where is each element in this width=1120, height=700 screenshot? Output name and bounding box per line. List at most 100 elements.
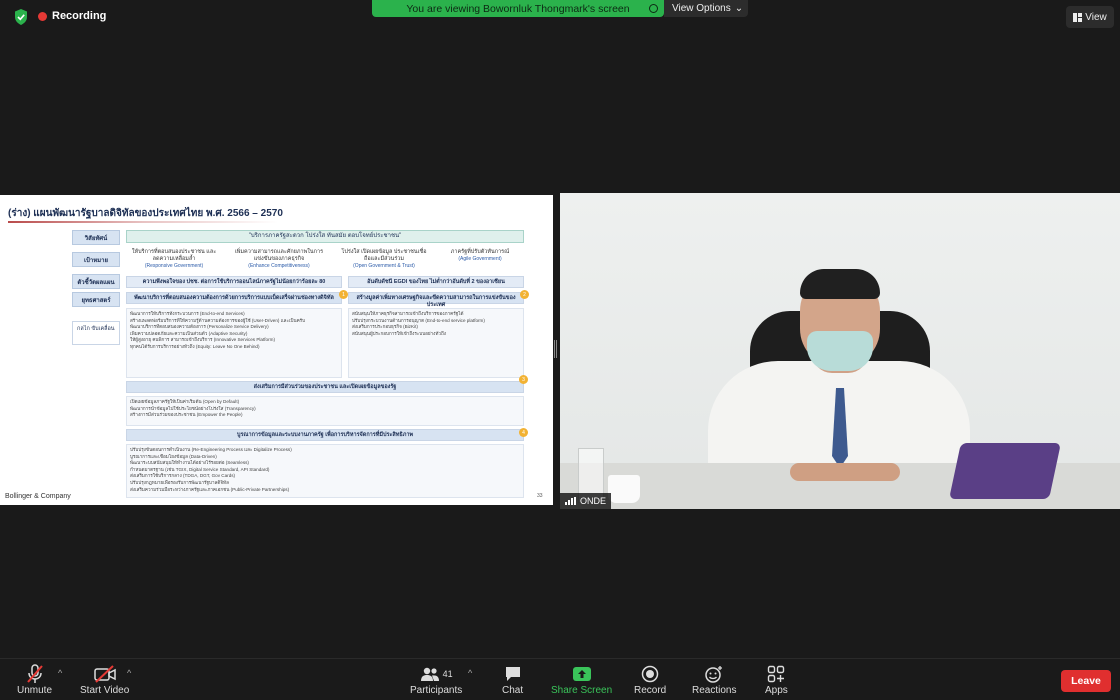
bullet-line: สนับสนุนผู้ประกอบการให้เข้าถึงระบบอย่างท… <box>352 330 447 336</box>
bullet-line: ส่งเสริมความร่วมมือระหว่างภาครัฐและภาคเอ… <box>130 486 290 492</box>
strategy-content: ปรับปรุงขั้นตอนการดำเนินงาน (Re-Engineer… <box>126 444 524 498</box>
slide-title: (ร่าง) แผนพัฒนารัฐบาลดิจิทัลของประเทศไทย… <box>8 208 283 219</box>
bullet-line: สนับสนุนให้ภาคธุรกิจสามารถเข้าถึงบริการข… <box>352 311 464 316</box>
record-icon <box>641 663 659 685</box>
participant-name: ONDE <box>580 496 607 506</box>
strategy-header: บูรณาการข้อมูลและระบบงานภาครัฐ เพื่อการบ… <box>126 429 524 441</box>
goal-en: (Enhance Competitiveness) <box>248 263 310 269</box>
goal-box: ให้บริการที่ตอบสนองประชาชน และลดความเหลื… <box>126 247 222 273</box>
share-screen-label: Share Screen <box>551 685 613 696</box>
participant-video[interactable]: ONDE <box>560 193 1120 509</box>
unmute-label: Unmute <box>17 685 53 696</box>
goal-text: เพิ่มความสามารถและศักยภาพในการแข่งขันของ… <box>234 249 324 262</box>
muted-microphone-icon <box>26 663 44 685</box>
strategy-content: สนับสนุนให้ภาคธุรกิจสามารถเข้าถึงบริการข… <box>348 308 524 378</box>
participants-caret-icon[interactable]: ^ <box>468 668 472 678</box>
apps-label: Apps <box>765 685 788 696</box>
share-screen-button[interactable]: Share Screen <box>551 663 612 696</box>
strategy-header: สร้างมูลค่าเพิ่มทางเศรษฐกิจและขีดความสาม… <box>348 292 524 308</box>
goal-box: โปร่งใส เปิดเผยข้อมูล ประชาชนเชื่อถือและ… <box>336 247 432 273</box>
participants-label: Participants <box>410 685 463 696</box>
row-label-kpi: ตัวชี้วัดผลแผน <box>72 274 120 289</box>
recording-indicator[interactable]: Recording <box>38 10 106 22</box>
start-video-label: Start Video <box>80 685 130 696</box>
bullet-line: ทุกคนได้รับการบริการอย่างทั่วถึง (Equity… <box>130 343 260 349</box>
strategy-number: 2 <box>520 290 529 299</box>
reactions-label: Reactions <box>692 685 737 696</box>
bullet-line: ปรับปรุงขั้นตอนการดำเนินงาน (Re-Engineer… <box>130 447 292 452</box>
split-resize-handle[interactable] <box>554 340 557 358</box>
bullet-line: บูรณาการและเชื่อมโยงข้อมูล (Data-Driven) <box>130 453 217 459</box>
goal-box: เพิ่มความสามารถและศักยภาพในการแข่งขันของ… <box>226 247 332 273</box>
bullet-line: เปิดเผยข้อมูลภาครัฐให้เป็นค่าเริ่มต้น (O… <box>130 399 240 404</box>
view-button[interactable]: View <box>1066 6 1114 28</box>
shared-screen[interactable]: (ร่าง) แผนพัฒนารัฐบาลดิจิทัลของประเทศไทย… <box>0 195 553 505</box>
viewing-banner: You are viewing Bowornluk Thongmark's sc… <box>372 0 664 17</box>
bullet-line: ปรับปรุงกฎหมายเพื่อรองรับการพัฒนารัฐบาลด… <box>130 479 229 485</box>
bullet-line: พัฒนาการนำข้อมูลไปใช้ประโยชน์อย่างโปร่งใ… <box>130 405 256 411</box>
bullet-line: ส่งเสริมการใช้บริการกลาง (TDGA, DGT, Gov… <box>130 473 236 479</box>
participant-hands <box>790 463 900 481</box>
participants-button[interactable]: 41 Participants <box>410 663 462 696</box>
video-off-icon <box>93 663 116 685</box>
chat-icon <box>504 663 522 685</box>
bullet-line: ให้ผู้สูงอายุ คนพิการ สามารถเข้าถึงบริกา… <box>130 337 275 343</box>
zoom-meeting-window: Recording You are viewing Bowornluk Thon… <box>0 0 1120 700</box>
unmute-button[interactable]: Unmute <box>17 663 52 696</box>
goal-box: ภาครัฐที่ปรับตัวทันการณ์ (Agile Governme… <box>436 247 524 273</box>
viewing-banner-text: You are viewing Bowornluk Thongmark's sc… <box>406 2 630 15</box>
record-label: Record <box>634 685 667 696</box>
strategy-content: เปิดเผยข้อมูลภาครัฐให้เป็นค่าเริ่มต้น (O… <box>126 396 524 426</box>
participants-icon <box>420 667 439 681</box>
bullet-line: พัฒนาบริการที่ตอบสนองความต้องการ (Person… <box>130 324 269 330</box>
start-video-button[interactable]: Start Video <box>80 663 129 696</box>
kpi-box: อันดับดัชนี EGDI ของไทย ไม่ต่ำกว่าอันดับ… <box>348 276 524 288</box>
participant-name-tag: ONDE <box>560 493 612 509</box>
apps-button[interactable]: Apps <box>765 663 788 696</box>
bullet-line: เพิ่มความปลอดภัยและความเป็นส่วนตัว (Adap… <box>130 330 248 336</box>
audio-options-caret-icon[interactable]: ^ <box>58 668 62 678</box>
participants-icon-group: 41 <box>420 663 453 685</box>
goal-en: (Agile Government) <box>458 256 502 262</box>
bullet-line: พัฒนาการให้บริการทั้งกระบวนการ (End-to-e… <box>130 311 245 316</box>
tablet <box>949 443 1061 499</box>
grid-view-icon <box>1073 12 1083 22</box>
side-label: กลไก ขับเคลื่อน <box>72 321 120 345</box>
chat-label: Chat <box>502 685 524 696</box>
strategy-header: ส่งเสริมการมีส่วนร่วมของประชาชน และเปิดเ… <box>126 381 524 393</box>
recording-label: Recording <box>52 10 107 22</box>
bullet-line: กำหนดมาตรฐาน (เช่น TGIX, Digital Service… <box>130 466 270 472</box>
goal-en: (Open Government & Trust) <box>353 263 415 269</box>
bullet-line: สร้างการมีส่วนร่วมของประชาชน (Empower th… <box>130 412 243 418</box>
title-underline <box>8 221 278 223</box>
goal-text: ให้บริการที่ตอบสนองประชาชน และลดความเหลื… <box>131 249 217 262</box>
strategy-number: 3 <box>519 375 528 384</box>
strategy-number: 4 <box>519 428 528 437</box>
record-button[interactable]: Record <box>634 663 666 696</box>
view-options-button[interactable]: View Options ⌄ <box>664 0 748 17</box>
meeting-toolbar: Unmute ^ Start Video ^ 41 Participants ^… <box>0 658 1120 700</box>
leave-button[interactable]: Leave <box>1061 670 1111 692</box>
participants-count: 41 <box>442 669 453 679</box>
signal-bars-icon <box>565 497 576 505</box>
video-options-caret-icon[interactable]: ^ <box>127 668 131 678</box>
goal-en: (Responsive Government) <box>144 263 204 269</box>
goal-text: ภาครัฐที่ปรับตัวทันการณ์ <box>450 249 510 255</box>
chevron-down-icon: ⌄ <box>734 3 744 14</box>
status-circle-icon <box>649 4 658 13</box>
strategy-number: 1 <box>339 290 348 299</box>
strategy-header: พัฒนาบริการที่ตอบสนองความต้องการด้วยการบ… <box>126 292 342 304</box>
page-number: 33 <box>537 493 543 499</box>
bullet-line: ส่งเสริมการประกอบธุรกิจ (BizKit) <box>352 324 418 330</box>
participant-hair <box>800 269 880 299</box>
bullet-line: ปรับปรุงกระบวนงานด้านการอนุญาต (End-to-e… <box>352 317 485 323</box>
row-label-goal: เป้าหมาย <box>72 252 120 267</box>
chat-button[interactable]: Chat <box>502 663 523 696</box>
bullet-line: สร้างแพลตฟอร์มบริการที่ให้ความรู้ด้านควา… <box>130 317 306 323</box>
strategy-content: พัฒนาการให้บริการทั้งกระบวนการ (End-to-e… <box>126 308 342 378</box>
view-label: View <box>1085 11 1107 23</box>
reactions-button[interactable]: Reactions <box>692 663 736 696</box>
face-mask <box>807 331 873 371</box>
smiley-add-icon <box>704 663 724 685</box>
view-options-label: View Options <box>672 3 731 14</box>
